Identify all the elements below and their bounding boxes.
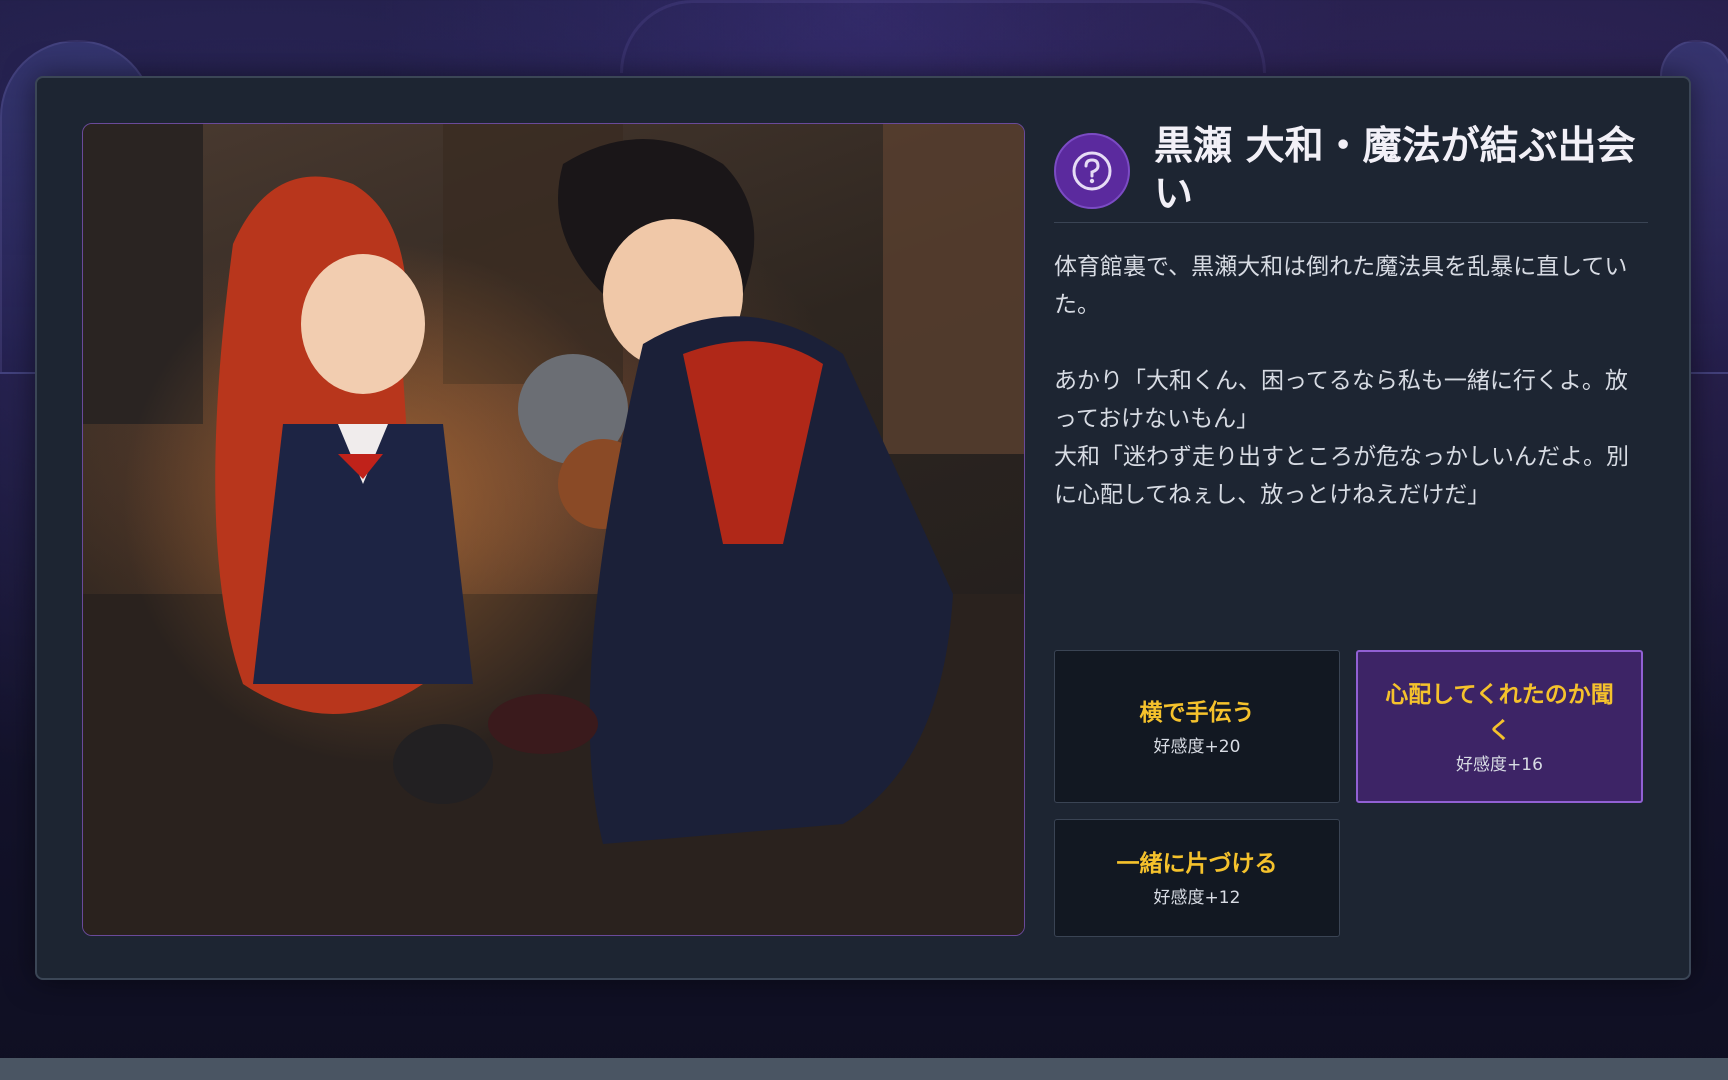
scene-narration: 体育館裏で、黒瀬大和は倒れた魔法具を乱暴に直していた。 あかり「大和くん、困って… — [1054, 248, 1648, 514]
dialogue-line: あかり「大和くん、困ってるなら私も一緒に行くよ。放っておけないもん」 — [1054, 368, 1628, 432]
choice-label: 心配してくれたのか聞く — [1385, 681, 1614, 744]
choice-effect: 好感度+12 — [1153, 888, 1241, 908]
background-arch — [620, 0, 1266, 73]
scene-header: 黒瀬 大和・魔法が結ぶ出会い — [1054, 123, 1648, 223]
choice-button-clean[interactable]: 一緒に片づける 好感度+12 — [1054, 819, 1340, 937]
scene-title: 黒瀬 大和・魔法が結ぶ出会い — [1154, 124, 1636, 217]
scene-illustration — [82, 123, 1025, 936]
choice-button-help[interactable]: 横で手伝う 好感度+20 — [1054, 650, 1340, 803]
dialogue-line: 大和「迷わず走り出すところが危なっかしいんだよ。別に心配してねぇし、放っとけねえ… — [1054, 444, 1629, 508]
scene-panel: 黒瀬 大和・魔法が結ぶ出会い 体育館裏で、黒瀬大和は倒れた魔法具を乱暴に直してい… — [35, 76, 1691, 980]
choice-button-ask[interactable]: 心配してくれたのか聞く 好感度+16 — [1356, 650, 1643, 803]
bottom-bar — [0, 1058, 1728, 1080]
narration-line: 体育館裏で、黒瀬大和は倒れた魔法具を乱暴に直していた。 — [1054, 254, 1628, 318]
question-icon — [1054, 133, 1130, 209]
narration-spacer — [1054, 324, 1648, 362]
choice-label: 横で手伝う — [1139, 699, 1255, 726]
choice-effect: 好感度+16 — [1456, 754, 1543, 775]
choice-label: 一緒に片づける — [1116, 851, 1278, 877]
choice-effect: 好感度+20 — [1153, 736, 1241, 757]
